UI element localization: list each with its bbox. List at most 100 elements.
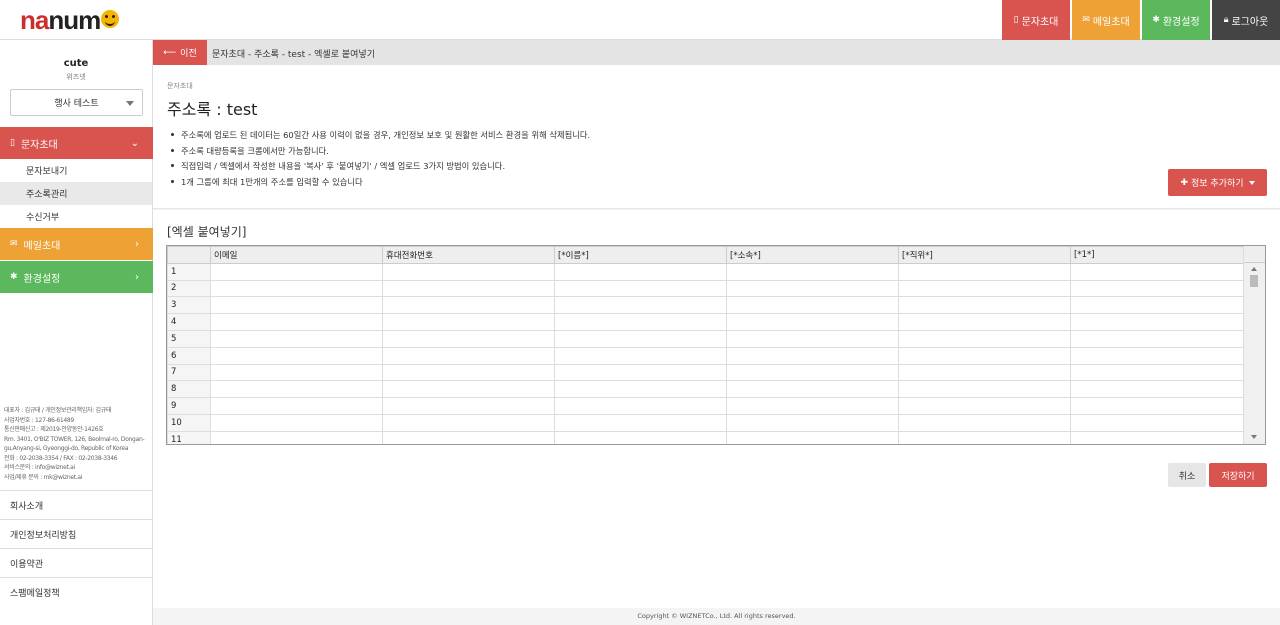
- grid-cell[interactable]: [210, 346, 383, 365]
- grid-cell[interactable]: [1070, 296, 1244, 315]
- row-number: 11: [167, 430, 211, 444]
- grid-cell[interactable]: [726, 296, 899, 315]
- grid-cell[interactable]: [210, 279, 383, 298]
- grid-cell[interactable]: [726, 346, 899, 365]
- sidebar-menu-settings[interactable]: ✱ 환경설정 ›: [0, 261, 153, 293]
- top-nav-mail-invite[interactable]: ✉ 메일초대: [1072, 0, 1140, 40]
- grid-cell[interactable]: [898, 279, 1071, 298]
- sidebar-item-send-sms[interactable]: 문자보내기: [0, 159, 152, 182]
- grid-cell[interactable]: [1070, 397, 1244, 415]
- link-about[interactable]: 회사소개: [0, 490, 152, 519]
- grid-cell[interactable]: [382, 313, 555, 331]
- scroll-down-icon[interactable]: [1251, 435, 1257, 439]
- column-header[interactable]: 휴대전화번호: [382, 246, 555, 264]
- grid-cell[interactable]: [898, 262, 1071, 281]
- table-row: 6: [167, 346, 1244, 365]
- top-nav-settings[interactable]: ✱ 환경설정: [1142, 0, 1210, 40]
- grid-cell[interactable]: [1070, 380, 1244, 399]
- grid-cell[interactable]: [554, 296, 727, 315]
- grid-cell[interactable]: [382, 329, 555, 348]
- link-privacy[interactable]: 개인정보처리방침: [0, 519, 152, 548]
- sidebar-item-address-book[interactable]: 주소록관리: [0, 182, 152, 205]
- spreadsheet-grid[interactable]: 이메일 휴대전화번호 [*이름*] [*소속*] [*직위*] [*1*] 12…: [166, 245, 1266, 445]
- column-header[interactable]: [*직위*]: [898, 246, 1071, 264]
- grid-cell[interactable]: [554, 329, 727, 348]
- link-spam-policy[interactable]: 스팸메일정책: [0, 577, 152, 606]
- sidebar-menu-sms[interactable]: ▯ 문자초대 ⌄: [0, 127, 153, 159]
- grid-cell[interactable]: [726, 262, 899, 281]
- grid-cell[interactable]: [382, 413, 555, 432]
- add-info-button[interactable]: ✚ 정보 추가하기: [1168, 169, 1267, 196]
- logo[interactable]: nanum: [20, 6, 120, 34]
- column-header[interactable]: 이메일: [210, 246, 383, 264]
- grid-cell[interactable]: [726, 329, 899, 348]
- grid-cell[interactable]: [554, 346, 727, 365]
- grid-cell[interactable]: [382, 279, 555, 298]
- grid-cell[interactable]: [382, 296, 555, 315]
- grid-cell[interactable]: [554, 380, 727, 399]
- grid-cell[interactable]: [554, 262, 727, 281]
- grid-cell[interactable]: [382, 430, 555, 444]
- back-button[interactable]: ⟵ 이전: [153, 40, 207, 65]
- grid-cell[interactable]: [554, 279, 727, 298]
- grid-cell[interactable]: [210, 397, 383, 415]
- grid-cell[interactable]: [898, 296, 1071, 315]
- grid-cell[interactable]: [210, 380, 383, 399]
- top-nav-sms-invite[interactable]: ▯ 문자초대: [1002, 0, 1070, 40]
- grid-cell[interactable]: [210, 262, 383, 281]
- column-header[interactable]: [*1*]: [1070, 246, 1244, 264]
- grid-cell[interactable]: [382, 262, 555, 281]
- grid-cell[interactable]: [554, 413, 727, 432]
- grid-cell[interactable]: [898, 380, 1071, 399]
- grid-cell[interactable]: [726, 279, 899, 298]
- grid-cell[interactable]: [726, 363, 899, 382]
- grid-cell[interactable]: [1070, 329, 1244, 348]
- column-header[interactable]: [*이름*]: [554, 246, 727, 264]
- grid-cell[interactable]: [898, 397, 1071, 415]
- grid-cell[interactable]: [898, 329, 1071, 348]
- grid-cell[interactable]: [898, 413, 1071, 432]
- grid-cell[interactable]: [382, 346, 555, 365]
- top-nav-logout[interactable]: 🔒︎ 로그아웃: [1212, 0, 1280, 40]
- sidebar-item-unsubscribe[interactable]: 수신거부: [0, 205, 152, 228]
- cancel-button[interactable]: 취소: [1168, 463, 1206, 487]
- grid-cell[interactable]: [554, 430, 727, 444]
- grid-cell[interactable]: [210, 430, 383, 444]
- grid-cell[interactable]: [1070, 413, 1244, 432]
- grid-cell[interactable]: [382, 380, 555, 399]
- grid-cell[interactable]: [898, 363, 1071, 382]
- sidebar-menu-mail[interactable]: ✉ 메일초대 ›: [0, 228, 153, 260]
- scroll-up-icon[interactable]: [1251, 267, 1257, 271]
- grid-cell[interactable]: [726, 397, 899, 415]
- grid-cell[interactable]: [898, 346, 1071, 365]
- grid-cell[interactable]: [210, 363, 383, 382]
- event-select[interactable]: 행사 테스트: [10, 89, 143, 116]
- grid-cell[interactable]: [1070, 363, 1244, 382]
- grid-cell[interactable]: [726, 413, 899, 432]
- link-terms[interactable]: 이용약관: [0, 548, 152, 577]
- grid-cell[interactable]: [726, 430, 899, 444]
- grid-cell[interactable]: [898, 430, 1071, 444]
- grid-cell[interactable]: [382, 363, 555, 382]
- grid-cell[interactable]: [1070, 313, 1244, 331]
- grid-cell[interactable]: [210, 329, 383, 348]
- section-label: 문자초대: [167, 82, 193, 90]
- grid-cell[interactable]: [382, 397, 555, 415]
- save-button[interactable]: 저장하기: [1209, 463, 1267, 487]
- scroll-thumb[interactable]: [1250, 275, 1258, 287]
- grid-scrollbar[interactable]: [1243, 246, 1265, 444]
- grid-cell[interactable]: [1070, 346, 1244, 365]
- grid-cell[interactable]: [210, 296, 383, 315]
- grid-cell[interactable]: [210, 413, 383, 432]
- grid-cell[interactable]: [554, 313, 727, 331]
- grid-cell[interactable]: [726, 313, 899, 331]
- grid-cell[interactable]: [554, 363, 727, 382]
- grid-cell[interactable]: [554, 397, 727, 415]
- grid-cell[interactable]: [210, 313, 383, 331]
- grid-cell[interactable]: [1070, 430, 1244, 444]
- grid-cell[interactable]: [726, 380, 899, 399]
- column-header[interactable]: [*소속*]: [726, 246, 899, 264]
- grid-cell[interactable]: [1070, 279, 1244, 298]
- grid-cell[interactable]: [1070, 262, 1244, 281]
- grid-cell[interactable]: [898, 313, 1071, 331]
